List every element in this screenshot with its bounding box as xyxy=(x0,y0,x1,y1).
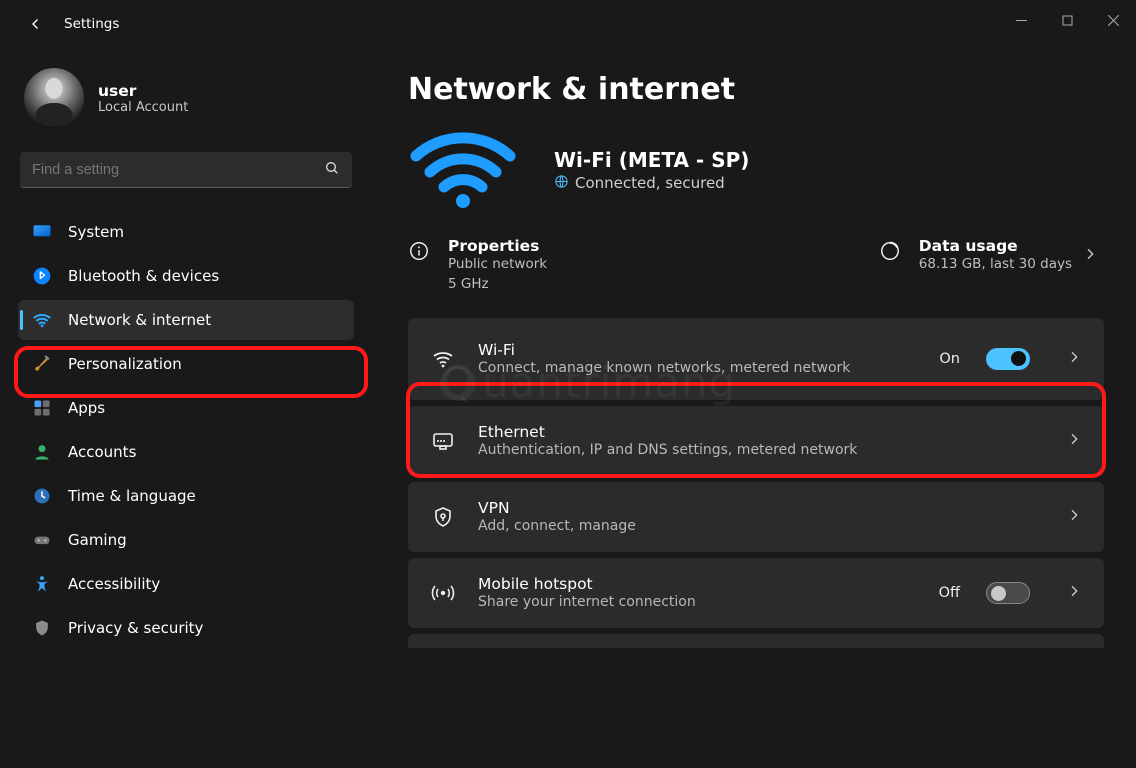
chevron-right-icon xyxy=(1066,349,1082,369)
sidebar-item-label: Privacy & security xyxy=(68,619,203,637)
vpn-row-title: VPN xyxy=(478,499,1044,517)
sidebar-item-gaming[interactable]: Gaming xyxy=(18,520,354,560)
hotspot-icon xyxy=(430,581,456,605)
vpn-shield-icon xyxy=(430,505,456,529)
wifi-status-text: Connected, secured xyxy=(575,174,725,192)
user-block[interactable]: user Local Account xyxy=(18,60,354,152)
sidebar-item-accounts[interactable]: Accounts xyxy=(18,432,354,472)
vpn-row[interactable]: VPN Add, connect, manage xyxy=(408,482,1104,552)
ethernet-row-title: Ethernet xyxy=(478,423,1044,441)
sidebar-item-personalization[interactable]: Personalization xyxy=(18,344,354,384)
hotspot-row-title: Mobile hotspot xyxy=(478,575,917,593)
data-usage-card[interactable]: Data usage 68.13 GB, last 30 days xyxy=(879,237,1072,275)
wifi-row-title: Wi-Fi xyxy=(478,341,917,359)
search-field[interactable] xyxy=(32,162,314,178)
wifi-icon xyxy=(430,347,456,371)
sidebar-item-label: Apps xyxy=(68,399,105,417)
sidebar-item-network[interactable]: Network & internet xyxy=(18,300,354,340)
user-subtitle: Local Account xyxy=(98,100,188,115)
clock-icon xyxy=(32,486,52,506)
minimize-button[interactable] xyxy=(998,0,1044,40)
ethernet-row-sub: Authentication, IP and DNS settings, met… xyxy=(478,441,1044,460)
sidebar-item-label: System xyxy=(68,223,124,241)
properties-title: Properties xyxy=(448,237,547,255)
close-button[interactable] xyxy=(1090,0,1136,40)
bluetooth-icon xyxy=(32,266,52,286)
ethernet-icon xyxy=(430,429,456,453)
search-input[interactable] xyxy=(20,152,352,188)
wifi-row-sub: Connect, manage known networks, metered … xyxy=(478,359,917,378)
sidebar-item-label: Accounts xyxy=(68,443,136,461)
sidebar-item-label: Time & language xyxy=(68,487,196,505)
sidebar-item-accessibility[interactable]: Accessibility xyxy=(18,564,354,604)
hotspot-row-sub: Share your internet connection xyxy=(478,593,917,612)
data-usage-sub: 68.13 GB, last 30 days xyxy=(919,255,1072,275)
wifi-toggle-label: On xyxy=(939,351,960,367)
wifi-icon xyxy=(32,310,52,330)
sidebar-item-time[interactable]: Time & language xyxy=(18,476,354,516)
chevron-right-icon xyxy=(1066,507,1082,527)
network-status: Wi-Fi (META - SP) Connected, secured xyxy=(408,129,1104,209)
sidebar-item-bluetooth[interactable]: Bluetooth & devices xyxy=(18,256,354,296)
user-name: user xyxy=(98,82,188,100)
maximize-button[interactable] xyxy=(1044,0,1090,40)
brush-icon xyxy=(32,354,52,374)
sidebar-item-label: Gaming xyxy=(68,531,127,549)
chevron-right-icon xyxy=(1066,583,1082,603)
chevron-right-icon xyxy=(1066,431,1082,451)
accessibility-icon xyxy=(32,574,52,594)
sidebar-item-label: Network & internet xyxy=(68,311,211,329)
sidebar-item-privacy[interactable]: Privacy & security xyxy=(18,608,354,648)
partial-row xyxy=(408,634,1104,648)
window-controls xyxy=(998,0,1136,40)
vpn-row-sub: Add, connect, manage xyxy=(478,517,1044,536)
sidebar-item-label: Bluetooth & devices xyxy=(68,267,219,285)
properties-line1: Public network xyxy=(448,255,547,275)
wifi-toggle[interactable] xyxy=(986,348,1030,370)
properties-line2: 5 GHz xyxy=(448,275,547,295)
chevron-right-icon xyxy=(1082,246,1098,266)
app-title: Settings xyxy=(64,16,119,32)
shield-icon xyxy=(32,618,52,638)
hotspot-row[interactable]: Mobile hotspot Share your internet conne… xyxy=(408,558,1104,628)
person-icon xyxy=(32,442,52,462)
hotspot-toggle-label: Off xyxy=(939,585,960,601)
avatar xyxy=(24,68,84,128)
wifi-row[interactable]: Wi-Fi Connect, manage known networks, me… xyxy=(408,318,1104,400)
sidebar-item-label: Personalization xyxy=(68,355,182,373)
page-title: Network & internet xyxy=(408,72,1104,107)
info-icon xyxy=(408,240,432,264)
search-icon xyxy=(324,160,340,180)
gamepad-icon xyxy=(32,530,52,550)
wifi-ssid: Wi-Fi (META - SP) xyxy=(554,146,749,174)
apps-icon xyxy=(32,398,52,418)
ethernet-row[interactable]: Ethernet Authentication, IP and DNS sett… xyxy=(408,406,1104,476)
sidebar-item-label: Accessibility xyxy=(68,575,160,593)
wifi-large-icon xyxy=(408,129,518,209)
back-button[interactable] xyxy=(18,6,54,42)
sidebar-item-apps[interactable]: Apps xyxy=(18,388,354,428)
data-usage-icon xyxy=(879,240,903,264)
hotspot-toggle[interactable] xyxy=(986,582,1030,604)
monitor-icon xyxy=(32,222,52,242)
properties-card[interactable]: Properties Public network 5 GHz xyxy=(408,237,547,294)
data-usage-title: Data usage xyxy=(919,237,1072,255)
sidebar-item-system[interactable]: System xyxy=(18,212,354,252)
globe-icon xyxy=(554,174,569,193)
